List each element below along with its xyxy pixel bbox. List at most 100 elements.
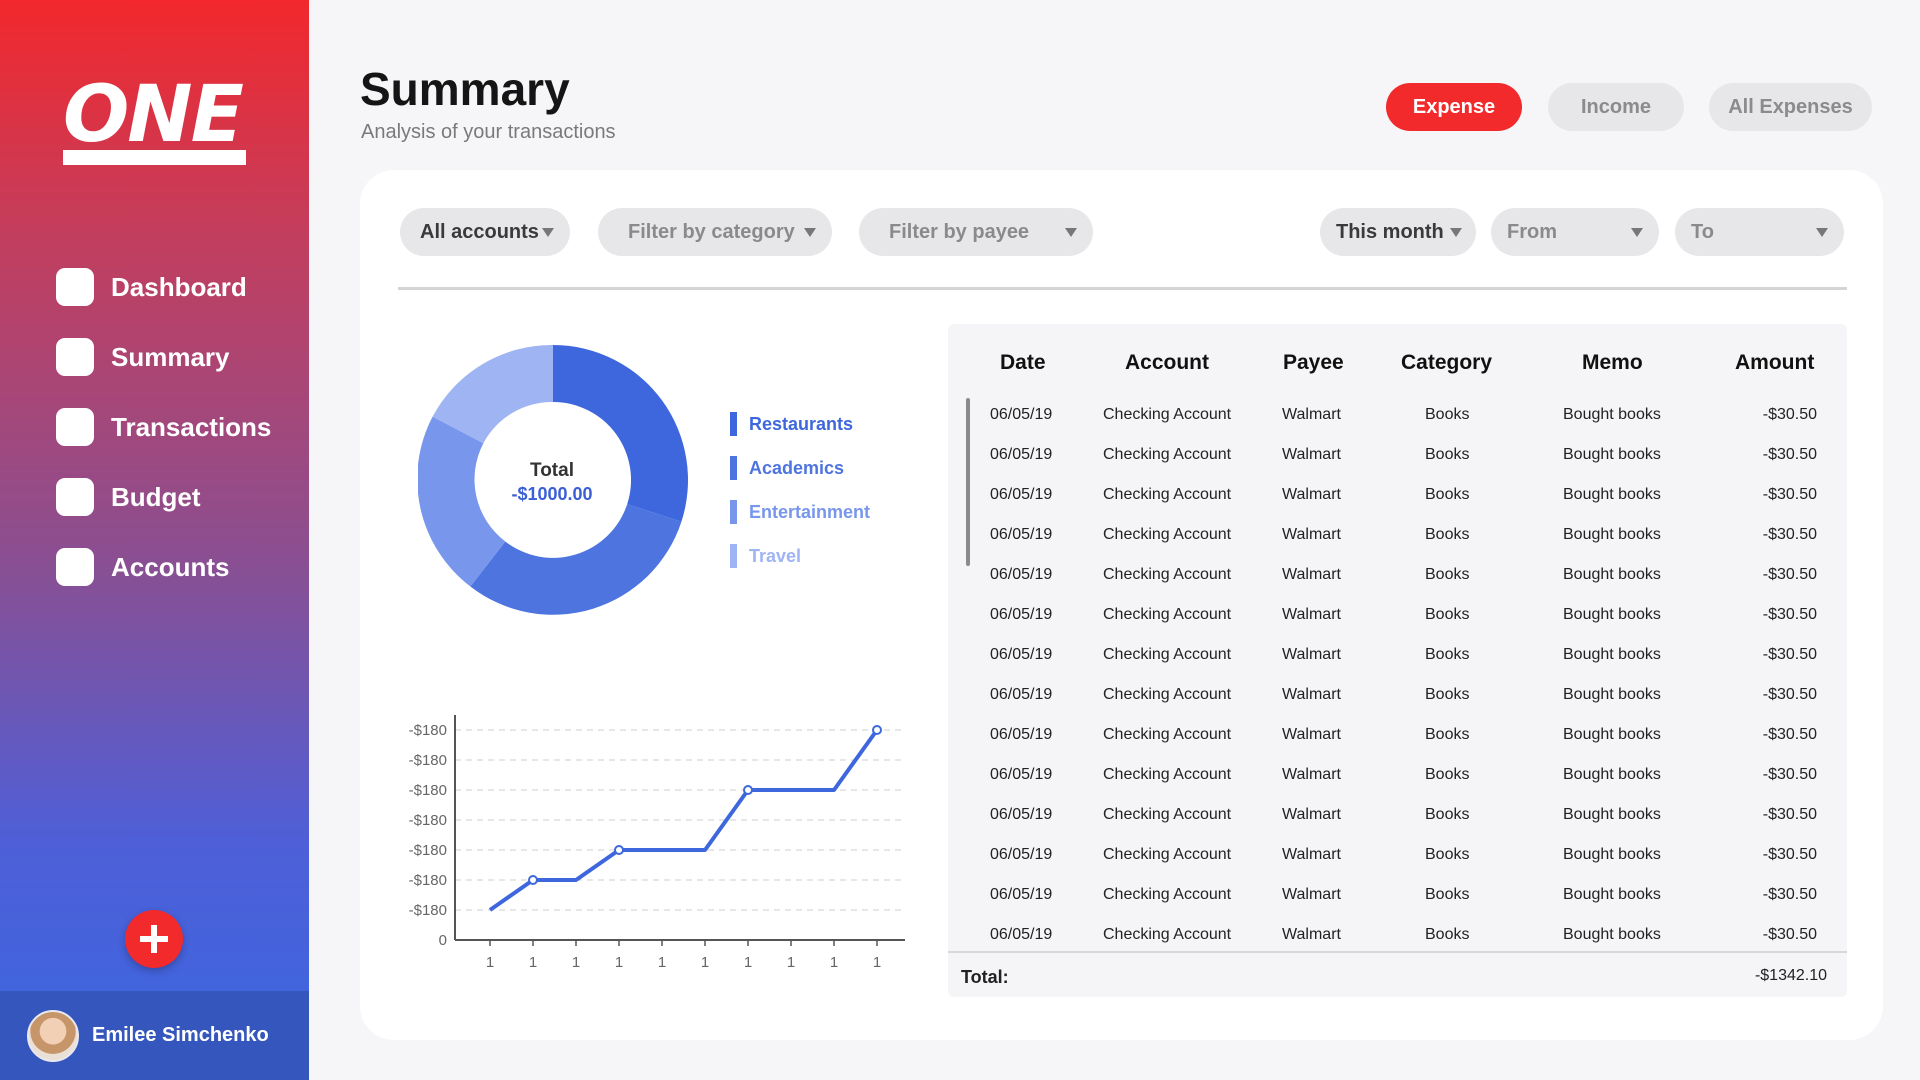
chevron-down-icon xyxy=(1450,228,1462,237)
cell-account: Checking Account xyxy=(1103,406,1232,423)
cell-amount: -$30.50 xyxy=(1762,646,1817,663)
cell-account: Checking Account xyxy=(1103,726,1232,743)
cell-category: Books xyxy=(1425,406,1470,423)
category-filter[interactable]: Filter by category xyxy=(598,208,832,256)
table-row[interactable]: 06/05/19 Checking Account Walmart Books Boug… xyxy=(948,556,1847,596)
spending-line-chart: 0 -$180 -$180 -$180 -$180 -$180 -$180 -$180 1 1 1 1… xyxy=(409,715,905,971)
table-row[interactable]: 06/05/19 Checking Account Walmart Books Boug… xyxy=(948,796,1847,836)
table-row[interactable]: 06/05/19 Checking Account Walmart Books Boug… xyxy=(948,716,1847,756)
table-row[interactable]: 06/05/19 Checking Account Walmart Books Boug… xyxy=(948,636,1847,676)
cell-account: Checking Account xyxy=(1103,566,1232,583)
period-filter[interactable]: This month xyxy=(1320,208,1476,256)
to-date-filter[interactable]: To xyxy=(1675,208,1844,256)
cell-memo: Bought books xyxy=(1563,926,1661,943)
legend-swatch xyxy=(730,500,737,524)
col-header-account[interactable]: Account xyxy=(1125,351,1209,375)
sidebar-item-summary[interactable]: Summary xyxy=(56,322,271,392)
y-tick-label: -$180 xyxy=(409,842,447,859)
table-row[interactable]: 06/05/19 Checking Account Walmart Books Boug… xyxy=(948,396,1847,436)
cell-amount: -$30.50 xyxy=(1762,606,1817,623)
sidebar: ONE Dashboard Summary Transactions Budge… xyxy=(0,0,309,1080)
col-header-category[interactable]: Category xyxy=(1401,351,1492,375)
cell-memo: Bought books xyxy=(1563,686,1661,703)
col-header-amount[interactable]: Amount xyxy=(1735,351,1814,375)
logo-underline xyxy=(63,150,246,165)
cell-payee: Walmart xyxy=(1282,406,1341,423)
payee-filter[interactable]: Filter by payee xyxy=(859,208,1093,256)
table-row[interactable]: 06/05/19 Checking Account Walmart Books Boug… xyxy=(948,596,1847,636)
table-row[interactable]: 06/05/19 Checking Account Walmart Books Boug… xyxy=(948,876,1847,916)
cell-amount: -$30.50 xyxy=(1762,766,1817,783)
y-tick-label: 0 xyxy=(439,932,447,949)
app-logo[interactable]: ONE xyxy=(63,76,246,166)
sidebar-item-dashboard[interactable]: Dashboard xyxy=(56,252,271,322)
cell-payee: Walmart xyxy=(1282,486,1341,503)
y-tick-label: -$180 xyxy=(409,782,447,799)
cell-amount: -$30.50 xyxy=(1762,806,1817,823)
cell-amount: -$30.50 xyxy=(1762,446,1817,463)
user-profile[interactable]: Emilee Simchenko xyxy=(0,991,309,1080)
col-header-date[interactable]: Date xyxy=(1000,351,1046,375)
col-header-payee[interactable]: Payee xyxy=(1283,351,1344,375)
cell-category: Books xyxy=(1425,526,1470,543)
cell-memo: Bought books xyxy=(1563,566,1661,583)
donut-legend: Restaurants Academics Entertainment Trav… xyxy=(730,402,870,578)
cell-category: Books xyxy=(1425,446,1470,463)
sidebar-item-label: Summary xyxy=(111,341,230,372)
cell-date: 06/05/19 xyxy=(990,406,1053,423)
sidebar-item-label: Budget xyxy=(111,481,201,512)
legend-item-academics[interactable]: Academics xyxy=(730,446,870,490)
sidebar-item-label: Transactions xyxy=(111,411,272,442)
account-filter[interactable]: All accounts xyxy=(400,208,570,256)
cell-account: Checking Account xyxy=(1103,646,1232,663)
cell-category: Books xyxy=(1425,766,1470,783)
cell-payee: Walmart xyxy=(1282,806,1341,823)
table-row[interactable]: 06/05/19 Checking Account Walmart Books Boug… xyxy=(948,916,1847,956)
cell-category: Books xyxy=(1425,566,1470,583)
cell-amount: -$30.50 xyxy=(1762,406,1817,423)
table-row[interactable]: 06/05/19 Checking Account Walmart Books Boug… xyxy=(948,836,1847,876)
chevron-down-icon xyxy=(542,228,554,237)
x-tick-label: 1 xyxy=(701,954,709,971)
table-row[interactable]: 06/05/19 Checking Account Walmart Books Boug… xyxy=(948,436,1847,476)
cell-account: Checking Account xyxy=(1103,606,1232,623)
x-tick-label: 1 xyxy=(486,954,494,971)
cell-payee: Walmart xyxy=(1282,446,1341,463)
col-header-memo[interactable]: Memo xyxy=(1582,351,1643,375)
tab-income[interactable]: Income xyxy=(1548,83,1684,131)
legend-label: Academics xyxy=(749,457,845,478)
tab-all-expenses[interactable]: All Expenses xyxy=(1709,83,1872,131)
cell-date: 06/05/19 xyxy=(990,646,1053,663)
cell-category: Books xyxy=(1425,486,1470,503)
cell-category: Books xyxy=(1425,806,1470,823)
cell-category: Books xyxy=(1425,606,1470,623)
table-row[interactable]: 06/05/19 Checking Account Walmart Books Boug… xyxy=(948,676,1847,716)
summary-icon xyxy=(56,338,94,376)
table-row[interactable]: 06/05/19 Checking Account Walmart Books Boug… xyxy=(948,476,1847,516)
legend-item-entertainment[interactable]: Entertainment xyxy=(730,490,870,534)
tab-expense[interactable]: Expense xyxy=(1386,83,1522,131)
legend-item-travel[interactable]: Travel xyxy=(730,534,870,578)
y-tick-label: -$180 xyxy=(409,872,447,889)
legend-swatch xyxy=(730,456,737,480)
legend-item-restaurants[interactable]: Restaurants xyxy=(730,402,870,446)
table-row[interactable]: 06/05/19 Checking Account Walmart Books Boug… xyxy=(948,516,1847,556)
cell-amount: -$30.50 xyxy=(1762,926,1817,943)
cell-account: Checking Account xyxy=(1103,806,1232,823)
add-transaction-button[interactable] xyxy=(125,910,183,968)
donut-slice-academics[interactable] xyxy=(470,504,682,615)
legend-swatch xyxy=(730,544,737,568)
cell-memo: Bought books xyxy=(1563,846,1661,863)
sidebar-item-transactions[interactable]: Transactions xyxy=(56,392,271,462)
cell-date: 06/05/19 xyxy=(990,926,1053,943)
dashboard-icon xyxy=(56,268,94,306)
cell-account: Checking Account xyxy=(1103,886,1232,903)
cell-amount: -$30.50 xyxy=(1762,886,1817,903)
sidebar-item-accounts[interactable]: Accounts xyxy=(56,532,271,602)
from-date-filter[interactable]: From xyxy=(1491,208,1659,256)
account-filter-label: All accounts xyxy=(420,220,539,243)
cell-date: 06/05/19 xyxy=(990,486,1053,503)
sidebar-item-budget[interactable]: Budget xyxy=(56,462,271,532)
cell-payee: Walmart xyxy=(1282,926,1341,943)
table-row[interactable]: 06/05/19 Checking Account Walmart Books Boug… xyxy=(948,756,1847,796)
